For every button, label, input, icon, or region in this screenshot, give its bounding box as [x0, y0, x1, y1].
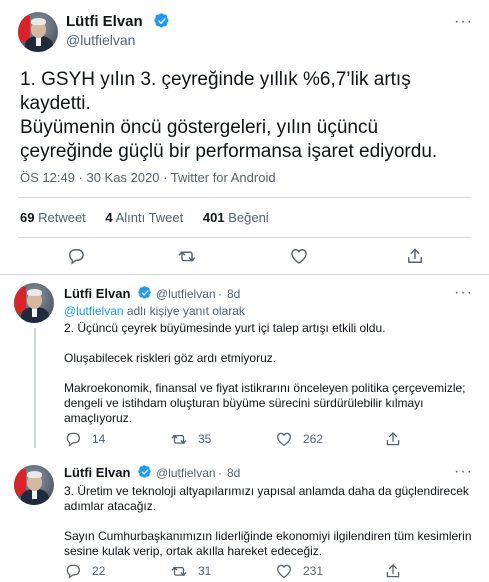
retweet-count: 35: [198, 432, 212, 446]
replying-to-text: adlı kişiye yanıt olarak: [123, 304, 245, 318]
author-handle[interactable]: @lutfielvan: [66, 32, 135, 48]
share-icon: [384, 430, 402, 448]
reply-text: 2. Üçüncü çeyrek büyümesinde yurt içi ta…: [64, 321, 474, 441]
quotes-count: 4: [105, 210, 113, 225]
retweet-button[interactable]: [177, 246, 197, 266]
tweet-time[interactable]: 8d: [227, 287, 240, 301]
retweet-count: 31: [198, 564, 212, 578]
main-action-bar: [0, 246, 489, 276]
reply-paragraph: 2. Üçüncü çeyrek büyümesinde yurt içi ta…: [64, 321, 386, 335]
reply-paragraph: Makroekonomik, finansal ve fiyat istikra…: [64, 381, 466, 425]
reply-paragraph: 3. Üretim ve teknoloji altyapılarımızı y…: [64, 484, 469, 513]
like-button[interactable]: 231: [275, 562, 323, 580]
avatar[interactable]: [14, 283, 54, 323]
share-icon: [405, 246, 425, 266]
heart-icon: [275, 430, 293, 448]
like-count: 231: [303, 564, 324, 578]
more-options-icon[interactable]: ···: [454, 13, 473, 31]
retweet-icon: [177, 246, 197, 266]
likes-count: 401: [202, 210, 225, 225]
verified-badge-icon: [138, 286, 152, 300]
retweets-label: Retweet: [38, 210, 86, 225]
tweet-time[interactable]: 8d: [227, 466, 240, 480]
divider: [18, 237, 471, 238]
retweet-icon: [170, 430, 188, 448]
reply-icon: [66, 246, 86, 266]
share-button[interactable]: [384, 430, 402, 448]
verified-badge-icon: [138, 465, 152, 479]
avatar[interactable]: [14, 465, 54, 505]
reply-action-bar: 22 31 231: [0, 562, 489, 582]
like-count: 262: [303, 432, 324, 446]
tweet-text-paragraph-2: Büyümenin öncü göstergeleri, yılın üçünc…: [20, 117, 438, 162]
author-name[interactable]: Lütfi Elvan: [64, 286, 130, 301]
reply-count: 22: [92, 564, 106, 578]
separator: ·: [218, 287, 222, 301]
tweet-timestamp[interactable]: ÖS 12:49 · 30 Kas 2020 · Twitter for And…: [20, 170, 276, 185]
reply-paragraph: Sayın Cumhurbaşkanımızın liderliğinde ek…: [64, 529, 472, 558]
reply-tweet[interactable]: Lütfi Elvan @lutfielvan · 8d ··· 3. Üret…: [0, 456, 489, 582]
tweet-text-line-1: 1. GSYH yılın 3. çeyreğinde yıllık %6,7’…: [20, 69, 411, 114]
reply-paragraph: Oluşabilecek riskleri göz ardı etmiyoruz…: [64, 351, 277, 365]
author-handle[interactable]: @lutfielvan: [156, 287, 216, 301]
divider: [0, 274, 489, 275]
author-handle[interactable]: @lutfielvan: [156, 466, 216, 480]
retweet-button[interactable]: 35: [170, 430, 211, 448]
retweet-button[interactable]: 31: [170, 562, 211, 580]
reply-count: 14: [92, 432, 106, 446]
replying-to-link[interactable]: @lutfielvan: [64, 304, 124, 318]
reply-tweet[interactable]: Lütfi Elvan @lutfielvan · 8d ··· @lutfie…: [0, 276, 489, 456]
tweet-stats: 69 Retweet 4 Alıntı Tweet 401 Beğeni: [20, 210, 285, 225]
reply-icon: [64, 562, 82, 580]
author-name[interactable]: Lütfi Elvan: [66, 13, 143, 30]
reply-button[interactable]: [66, 246, 86, 266]
divider: [18, 197, 471, 198]
share-button[interactable]: [405, 246, 425, 266]
more-options-icon[interactable]: ···: [454, 284, 473, 302]
share-button[interactable]: [384, 562, 402, 580]
quotes-stat[interactable]: 4 Alıntı Tweet: [105, 210, 183, 225]
reply-button[interactable]: 22: [64, 562, 105, 580]
quotes-label: Alıntı Tweet: [115, 210, 184, 225]
separator: ·: [218, 466, 222, 480]
like-button[interactable]: 262: [275, 430, 323, 448]
likes-label: Beğeni: [228, 210, 269, 225]
retweets-count: 69: [20, 210, 35, 225]
likes-stat[interactable]: 401 Beğeni: [203, 210, 269, 225]
main-tweet: Lütfi Elvan @lutfielvan ··· 1. GSYH yılı…: [0, 0, 489, 275]
like-button[interactable]: [289, 246, 309, 266]
avatar[interactable]: [18, 12, 58, 52]
share-icon: [384, 562, 402, 580]
reply-icon: [64, 430, 82, 448]
heart-icon: [289, 246, 309, 266]
heart-icon: [275, 562, 293, 580]
reply-text: 3. Üretim ve teknoloji altyapılarımızı y…: [64, 484, 474, 574]
more-options-icon[interactable]: ···: [454, 463, 473, 481]
replying-to: @lutfielvan adlı kişiye yanıt olarak: [64, 304, 245, 318]
reply-button[interactable]: 14: [64, 430, 105, 448]
retweet-icon: [170, 562, 188, 580]
author-name[interactable]: Lütfi Elvan: [64, 465, 130, 480]
retweets-stat[interactable]: 69 Retweet: [20, 210, 86, 225]
verified-badge-icon: [154, 13, 170, 29]
